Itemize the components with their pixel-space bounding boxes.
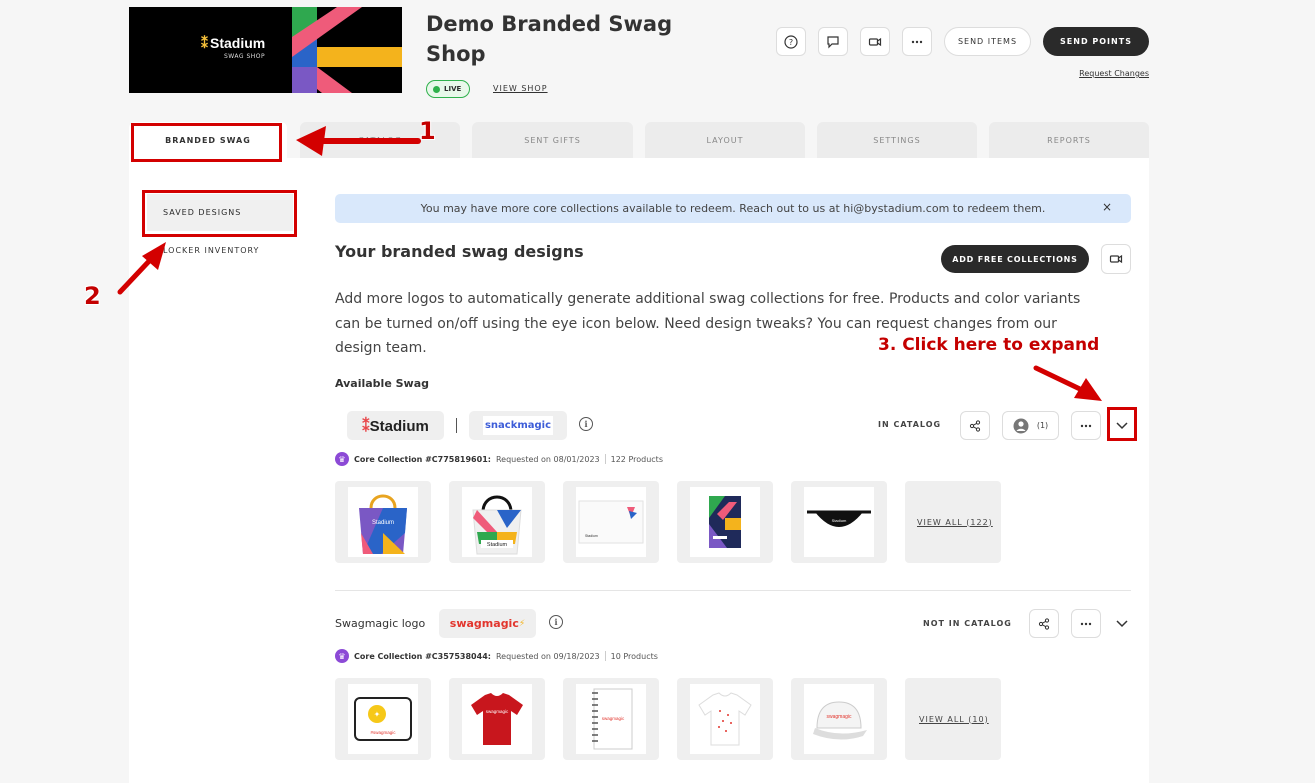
annotation-arrow-2 bbox=[117, 255, 155, 295]
annotation-number-1: 1 bbox=[419, 117, 436, 145]
annotation-arrows bbox=[117, 126, 1102, 401]
annotation-arrowhead-1 bbox=[296, 126, 326, 156]
annotation-expand-label: 3. Click here to expand bbox=[878, 335, 1100, 355]
annotation-number-2: 2 bbox=[84, 282, 101, 310]
annotation-arrow-3 bbox=[1033, 365, 1085, 393]
